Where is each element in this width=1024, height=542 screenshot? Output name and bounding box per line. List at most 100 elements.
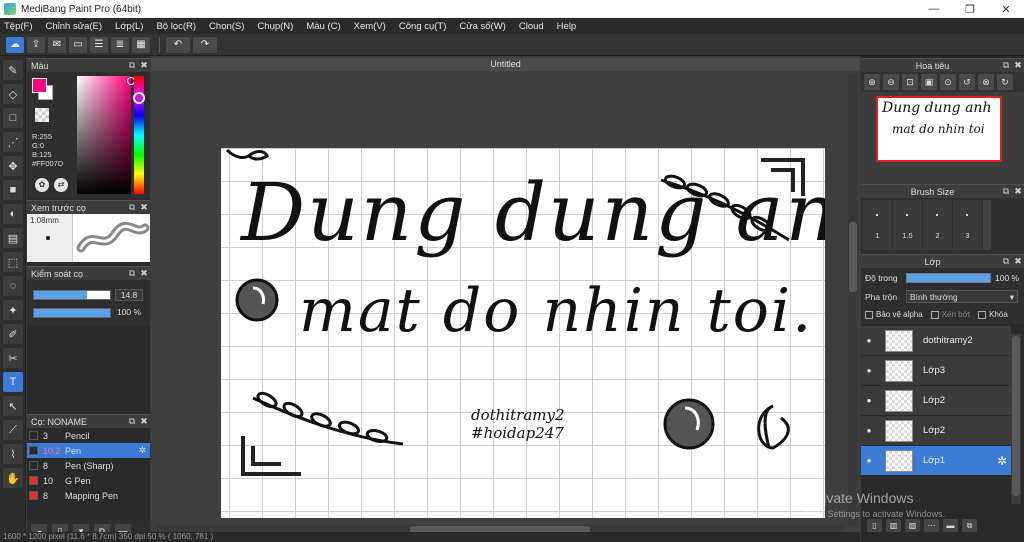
move-tool-icon[interactable]: ✥ [3, 156, 23, 176]
brush-size-slider[interactable] [33, 290, 111, 300]
dot-tool-icon[interactable]: ⋰ [3, 132, 23, 152]
new-8bit-layer-icon[interactable]: ▨ [905, 518, 920, 532]
new-halftone-layer-icon[interactable]: ▥ [886, 518, 901, 532]
divide-tool-icon[interactable]: ⟋ [3, 420, 23, 440]
menu-filter[interactable]: Bộ lọc(R) [156, 21, 196, 32]
layer-scrollbar[interactable] [1011, 334, 1021, 504]
zoom-in-icon[interactable]: ⊕ [864, 74, 880, 90]
share-icon[interactable]: ⇪ [27, 36, 45, 53]
menu-tools[interactable]: Công cụ(T) [399, 21, 447, 32]
gear-icon[interactable]: ✲ [138, 445, 146, 456]
actual-size-icon[interactable]: ▣ [921, 74, 937, 90]
undo-button[interactable]: ↶ [166, 36, 190, 53]
layer-row[interactable]: ● Lớp1 ✲ [861, 446, 1011, 476]
menu-snap[interactable]: Chụp(N) [257, 21, 293, 32]
cloud-icon[interactable]: ☁ [6, 36, 24, 53]
rotate-left-icon[interactable]: ↺ [959, 74, 975, 90]
panel-icon[interactable]: ▭ [69, 36, 87, 53]
reset-rotation-icon[interactable]: ⊗ [978, 74, 994, 90]
menu-color[interactable]: Màu (C) [306, 21, 340, 32]
drawing-canvas[interactable]: Dung dung anh mat do nhin toi. dothitram… [221, 148, 825, 518]
list-icon[interactable]: ≣ [111, 36, 129, 53]
brush-item[interactable]: 3 Pencil [27, 428, 150, 443]
navigator-thumbnail[interactable]: Dung dung anh mat do nhin toi [876, 96, 1002, 162]
layer-row[interactable]: ● Lớp3 [861, 356, 1011, 386]
close-panel-icon[interactable]: ✖ [138, 416, 150, 427]
visibility-icon[interactable]: ● [861, 366, 877, 375]
menu-help[interactable]: Help [557, 21, 577, 32]
bucket-tool-icon[interactable]: ◐ [3, 204, 23, 224]
fit-icon[interactable]: ⊡ [902, 74, 918, 90]
lock-checkbox[interactable]: Khóa [978, 310, 1008, 319]
brush-size-value[interactable]: 14.8 [115, 289, 143, 301]
menu-select[interactable]: Chọn(S) [209, 21, 244, 32]
menu-edit[interactable]: Chỉnh sửa(E) [46, 21, 103, 32]
brush-tool-icon[interactable]: ✎ [3, 60, 23, 80]
layer-menu-icon[interactable]: ⋯ [924, 518, 939, 532]
visibility-icon[interactable]: ● [861, 336, 877, 345]
brush-opacity-slider[interactable] [33, 308, 111, 318]
duplicate-layer-icon[interactable]: ⧉ [962, 518, 977, 532]
foreground-color-swatch[interactable] [32, 78, 47, 93]
menu-layer[interactable]: Lớp(L) [115, 21, 143, 32]
document-icon[interactable]: ☰ [90, 36, 108, 53]
vertical-scrollbar[interactable] [848, 74, 858, 526]
clipping-checkbox[interactable]: Xén bớt [930, 310, 970, 319]
hue-cursor[interactable] [133, 92, 145, 104]
close-panel-icon[interactable]: ✖ [138, 202, 150, 213]
transparent-color-swatch[interactable] [35, 108, 49, 122]
brush-size-scrollbar[interactable] [983, 200, 991, 250]
protect-alpha-checkbox[interactable]: Bảo vệ alpha [865, 310, 923, 319]
comment-icon[interactable]: ✉ [48, 36, 66, 53]
vertical-scroll-thumb[interactable] [849, 222, 857, 292]
eraser-tool-icon[interactable]: ◇ [3, 84, 23, 104]
undock-icon[interactable]: ⧉ [126, 416, 138, 427]
close-panel-icon[interactable]: ✖ [138, 268, 150, 279]
gradient-tool-icon[interactable]: ▤ [3, 228, 23, 248]
brush-size-option[interactable]: 1.5 [893, 200, 922, 250]
layer-row[interactable]: ● Lớp2 [861, 386, 1011, 416]
visibility-icon[interactable]: ● [861, 396, 877, 405]
swap-colors-icon[interactable]: ⇄ [54, 178, 68, 192]
brush-size-option[interactable]: 2 [923, 200, 952, 250]
undock-icon[interactable]: ⧉ [1000, 186, 1012, 197]
rectangle-tool-icon[interactable]: □ [3, 108, 23, 128]
menu-file[interactable]: Tệp(F) [4, 21, 33, 32]
close-panel-icon[interactable]: ✖ [1012, 186, 1024, 197]
saturation-value-box[interactable] [77, 76, 131, 194]
layer-scroll-thumb[interactable] [1012, 336, 1020, 496]
select-eraser-tool-icon[interactable]: ✂ [3, 348, 23, 368]
layer-row[interactable]: ● dothitramy2 [861, 326, 1011, 356]
close-panel-icon[interactable]: ✖ [138, 60, 150, 71]
grid-icon[interactable]: ▦ [132, 36, 150, 53]
brush-item[interactable]: 8 Mapping Pen [27, 488, 150, 503]
layer-opacity-slider[interactable] [906, 273, 991, 283]
select-rect-tool-icon[interactable]: ⬚ [3, 252, 23, 272]
hand-tool-icon[interactable]: ✋ [3, 468, 23, 488]
undock-icon[interactable]: ⧉ [1000, 60, 1012, 71]
menu-window[interactable]: Cửa số(W) [459, 21, 505, 32]
rotate-right-icon[interactable]: ↻ [997, 74, 1013, 90]
palette-icon[interactable]: ✿ [35, 178, 49, 192]
brush-size-option[interactable]: 1 [863, 200, 892, 250]
menu-view[interactable]: Xem(V) [354, 21, 386, 32]
undock-icon[interactable]: ⧉ [1000, 256, 1012, 267]
eyedropper-tool-icon[interactable]: ⌇ [3, 444, 23, 464]
layer-row[interactable]: ● Lớp2 [861, 416, 1011, 446]
undock-icon[interactable]: ⧉ [126, 202, 138, 213]
fill-rect-tool-icon[interactable]: ■ [3, 180, 23, 200]
document-tab[interactable]: Untitled [151, 58, 860, 71]
visibility-icon[interactable]: ● [861, 426, 877, 435]
blend-mode-select[interactable]: Bình thường ▾ [906, 290, 1018, 303]
close-panel-icon[interactable]: ✖ [1012, 256, 1024, 267]
minimize-button[interactable]: — [916, 3, 952, 16]
brush-item[interactable]: 8 Pen (Sharp) [27, 458, 150, 473]
menu-cloud[interactable]: Cloud [519, 21, 544, 32]
close-button[interactable]: ✕ [988, 3, 1024, 16]
magic-wand-tool-icon[interactable]: ✦ [3, 300, 23, 320]
folder-icon[interactable]: ▬ [943, 518, 958, 532]
operation-tool-icon[interactable]: ↖ [3, 396, 23, 416]
visibility-icon[interactable]: ● [861, 456, 877, 465]
undock-icon[interactable]: ⧉ [126, 268, 138, 279]
zoom-out-icon[interactable]: ⊖ [883, 74, 899, 90]
